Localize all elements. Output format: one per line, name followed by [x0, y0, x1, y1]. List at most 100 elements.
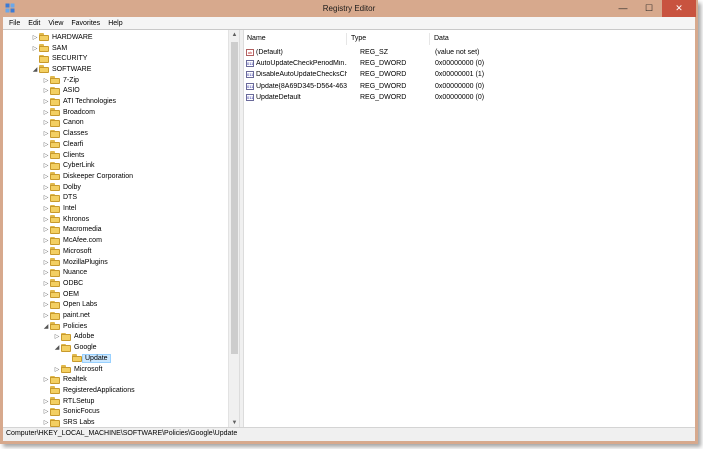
tree-item-label: SOFTWARE	[52, 65, 92, 73]
expand-arrow-icon[interactable]: ▷	[42, 141, 50, 148]
folder-icon	[50, 172, 60, 181]
collapse-arrow-icon[interactable]: ◢	[42, 323, 50, 330]
expand-arrow-icon[interactable]: ▷	[42, 119, 50, 126]
tree-item-label: Microsoft	[63, 247, 92, 255]
tree-item[interactable]: ▷ HARDWARE	[31, 32, 93, 43]
tree-item-label: Intel	[63, 205, 77, 213]
menu-favorites[interactable]: Favorites	[67, 20, 104, 27]
tree-item[interactable]: ▷ Broadcom	[42, 107, 95, 118]
tree-item[interactable]: ▷ Adobe	[53, 332, 94, 343]
tree-item[interactable]: ▷ SAM	[31, 43, 67, 54]
tree-item[interactable]: ▷ SonicFocus	[42, 407, 100, 418]
value-row[interactable]: 011 DisableAutoUpdateChecksCh... REG_DWORD…	[243, 69, 530, 80]
column-header-data[interactable]: Data	[430, 33, 520, 45]
expand-arrow-icon[interactable]: ▷	[42, 376, 50, 383]
expand-arrow-icon[interactable]: ▷	[42, 205, 50, 212]
tree-item[interactable]: ▷ Intel	[42, 203, 76, 214]
expand-arrow-icon[interactable]: ▷	[42, 226, 50, 233]
tree-item[interactable]: ▷ ASIO	[42, 86, 80, 97]
values-pane[interactable]: Name Type Data ab (Default) REG_SZ (value n…	[243, 30, 695, 428]
expand-arrow-icon[interactable]: ▷	[42, 194, 50, 201]
expand-arrow-icon[interactable]: ▷	[42, 173, 50, 180]
expand-arrow-icon[interactable]: ▷	[42, 237, 50, 244]
folder-icon	[72, 354, 82, 363]
tree-item[interactable]: ▷ Classes	[42, 128, 88, 139]
tree-item[interactable]: ▷ Nuance	[42, 267, 87, 278]
expand-arrow-icon[interactable]: ▷	[42, 248, 50, 255]
expand-arrow-icon[interactable]: ▷	[42, 162, 50, 169]
value-row[interactable]: 011 UpdateDefault REG_DWORD 0x00000000 (0)	[243, 92, 530, 103]
tree-item-label: Adobe	[74, 333, 95, 341]
tree-item[interactable]: Update	[64, 353, 111, 364]
tree-item[interactable]: ▷ Realtek	[42, 374, 87, 385]
expand-arrow-icon[interactable]: ▷	[42, 130, 50, 137]
expand-arrow-icon[interactable]: ▷	[42, 419, 50, 426]
tree-item[interactable]: ▷ ODBC	[42, 278, 83, 289]
expand-arrow-icon[interactable]: ▷	[42, 408, 50, 415]
column-header-type[interactable]: Type	[347, 33, 430, 45]
tree-item[interactable]: ▷ OEM	[42, 289, 79, 300]
expand-arrow-icon[interactable]: ▷	[42, 77, 50, 84]
tree-item[interactable]: ▷ CyberLink	[42, 160, 95, 171]
expand-arrow-icon[interactable]: ▷	[42, 152, 50, 159]
value-row[interactable]: ab (Default) REG_SZ (value not set)	[243, 47, 530, 58]
scrollbar-thumb[interactable]	[231, 42, 238, 354]
tree-item[interactable]: ▷ McAfee.com	[42, 235, 102, 246]
minimize-button[interactable]: —	[610, 0, 636, 17]
tree-item[interactable]: SECURITY	[31, 53, 87, 64]
tree-item[interactable]: ◢ Google	[53, 342, 97, 353]
menu-edit[interactable]: Edit	[24, 20, 44, 27]
expand-arrow-icon[interactable]: ▷	[42, 259, 50, 266]
menu-help[interactable]: Help	[104, 20, 126, 27]
tree-item[interactable]: ▷ RTLSetup	[42, 396, 94, 407]
title-bar[interactable]: Registry Editor — ☐ ✕	[0, 0, 698, 17]
tree-item[interactable]: ▷ Clients	[42, 150, 84, 161]
expand-arrow-icon[interactable]: ▷	[42, 312, 50, 319]
expand-arrow-icon[interactable]: ▷	[42, 216, 50, 223]
value-row[interactable]: 011 AutoUpdateCheckPeriodMin... REG_DWORD 0…	[243, 58, 530, 69]
folder-icon	[50, 290, 60, 299]
expand-arrow-icon[interactable]: ▷	[42, 398, 50, 405]
tree-item[interactable]: ▷ MozillaPlugins	[42, 257, 108, 268]
tree-item[interactable]: ▷ DTS	[42, 193, 77, 204]
tree-item[interactable]: ▷ Macromedia	[42, 225, 102, 236]
expand-arrow-icon[interactable]: ▷	[42, 98, 50, 105]
tree-item[interactable]: ▷ Microsoft	[42, 246, 91, 257]
collapse-arrow-icon[interactable]: ◢	[53, 344, 61, 351]
expand-arrow-icon[interactable]: ▷	[53, 333, 61, 340]
tree-item[interactable]: ▷ paint.net	[42, 310, 90, 321]
tree-item[interactable]: ▷ ATI Technologies	[42, 96, 116, 107]
expand-arrow-icon[interactable]: ▷	[31, 34, 39, 41]
expand-arrow-icon[interactable]: ▷	[42, 291, 50, 298]
tree-item-label: Policies	[63, 322, 88, 330]
collapse-arrow-icon[interactable]: ◢	[31, 66, 39, 73]
expand-arrow-icon[interactable]: ▷	[42, 301, 50, 308]
expand-arrow-icon[interactable]: ▷	[42, 109, 50, 116]
tree-item-label: CyberLink	[63, 162, 95, 170]
value-row[interactable]: 011Update{8A69D345-D564-463C... REG_DWORD…	[243, 81, 530, 92]
expand-arrow-icon[interactable]: ▷	[42, 269, 50, 276]
expand-arrow-icon[interactable]: ▷	[42, 184, 50, 191]
expand-arrow-icon[interactable]: ▷	[42, 87, 50, 94]
folder-icon	[39, 54, 49, 63]
tree-item[interactable]: ▷ Canon	[42, 118, 84, 129]
tree-item[interactable]: ◢ Policies	[42, 321, 87, 332]
menu-file[interactable]: File	[5, 20, 24, 27]
tree-item[interactable]: RegisteredApplications	[42, 385, 135, 396]
expand-arrow-icon[interactable]: ▷	[31, 45, 39, 52]
tree-item[interactable]: ▷ Dolby	[42, 182, 81, 193]
tree-item[interactable]: ◢ SOFTWARE	[31, 64, 91, 75]
expand-arrow-icon[interactable]: ▷	[53, 366, 61, 373]
tree-item[interactable]: ▷ Diskeeper Corporation	[42, 171, 133, 182]
column-header-name[interactable]: Name	[243, 33, 347, 45]
key-tree-pane[interactable]: ▷ HARDWARE ▷ SAM SECURITY ◢ SOFTWARE ▷ 7-Zip ▷ ASI…	[3, 30, 238, 428]
maximize-button[interactable]: ☐	[636, 0, 662, 17]
tree-item[interactable]: ▷ Open Labs	[42, 300, 97, 311]
expand-arrow-icon[interactable]: ▷	[42, 280, 50, 287]
tree-item[interactable]: ▷ Clearfi	[42, 139, 83, 150]
menu-view[interactable]: View	[44, 20, 67, 27]
tree-item[interactable]: ▷ 7-Zip	[42, 75, 79, 86]
tree-item[interactable]: ▷ Khronos	[42, 214, 89, 225]
tree-item[interactable]: ▷ Microsoft	[53, 364, 102, 375]
close-button[interactable]: ✕	[662, 0, 696, 17]
